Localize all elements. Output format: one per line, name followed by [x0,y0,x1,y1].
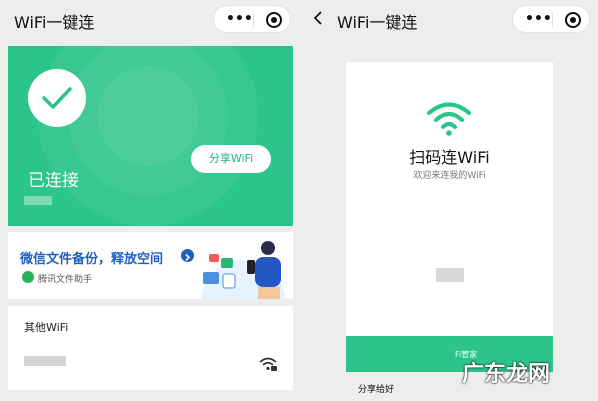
connected-check-icon [28,69,86,127]
decor-ring [98,66,198,166]
page-title: WiFi一键连 [337,13,418,32]
miniprogram-capsule: ••• [512,5,590,33]
scan-title: 扫码连WiFi [409,148,490,167]
banner-subtitle: 腾讯文件助手 [38,275,93,285]
capsule-divider [552,13,553,27]
miniprogram-capsule: ••• [213,5,291,33]
close-miniprogram-icon[interactable] [266,12,282,28]
file-helper-icon [22,271,34,283]
more-icon[interactable]: ••• [226,12,253,26]
share-to-label[interactable]: 分享给好 [358,382,394,395]
wifi-name-blurred [24,356,66,366]
scan-subtitle: 欢迎来连我的WiFi [413,171,486,181]
share-wifi-button[interactable]: 分享WiFi [191,145,271,173]
page-title: WiFi一键连 [14,13,95,32]
wifi-icon [427,102,471,136]
connection-status: 已连接 [28,171,79,191]
banner-illustration [201,241,285,299]
qr-area-blurred [436,268,464,282]
other-wifi-title: 其他WiFi [24,321,69,334]
watermark: 广东龙网 [462,362,551,387]
close-miniprogram-icon[interactable] [565,12,581,28]
back-arrow-icon[interactable] [312,10,324,26]
locked-wifi-icon[interactable] [258,356,278,372]
chevron-right-icon [181,249,194,262]
capsule-divider [253,13,254,27]
ssid-blurred [24,196,52,205]
banner-title: 微信文件备份，释放空间 [20,252,164,267]
more-icon[interactable]: ••• [525,12,552,26]
